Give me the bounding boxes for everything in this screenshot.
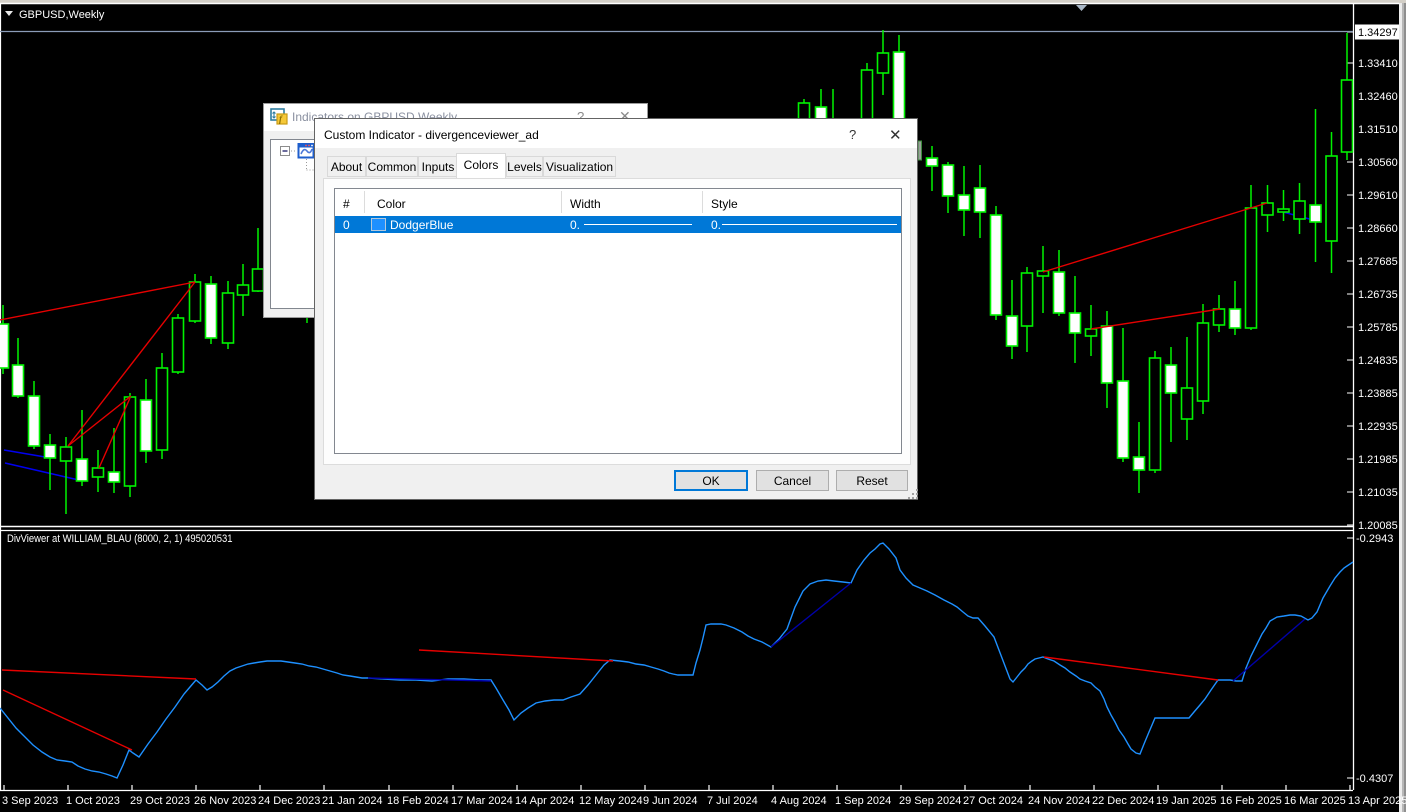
svg-text:22 Dec 2024: 22 Dec 2024 (1092, 795, 1154, 807)
svg-text:-0.4307: -0.4307 (1356, 773, 1393, 785)
svg-text:9 Jun 2024: 9 Jun 2024 (643, 795, 697, 807)
svg-text:18 Feb 2024: 18 Feb 2024 (387, 795, 449, 807)
svg-text:19 Jan 2025: 19 Jan 2025 (1156, 795, 1217, 807)
svg-text:1.31510: 1.31510 (1358, 124, 1398, 136)
svg-text:1.23885: 1.23885 (1358, 388, 1398, 400)
svg-text:12 May 2024: 12 May 2024 (579, 795, 643, 807)
svg-text:27 Oct 2024: 27 Oct 2024 (963, 795, 1023, 807)
svg-text:-0.2943: -0.2943 (1356, 533, 1393, 545)
svg-text:7 Jul 2024: 7 Jul 2024 (707, 795, 758, 807)
svg-text:1 Sep 2024: 1 Sep 2024 (835, 795, 891, 807)
svg-text:1.34297: 1.34297 (1358, 27, 1398, 39)
svg-text:1.32460: 1.32460 (1358, 91, 1398, 103)
svg-text:29 Oct 2023: 29 Oct 2023 (130, 795, 190, 807)
svg-text:DivViewer at WILLIAM_BLAU (800: DivViewer at WILLIAM_BLAU (8000, 2, 1) 4… (7, 533, 233, 545)
svg-text:1.26735: 1.26735 (1358, 289, 1398, 301)
svg-text:1.21985: 1.21985 (1358, 454, 1398, 466)
svg-text:29 Sep 2024: 29 Sep 2024 (899, 795, 961, 807)
svg-text:14 Apr 2024: 14 Apr 2024 (515, 795, 574, 807)
svg-text:24 Nov 2024: 24 Nov 2024 (1028, 795, 1090, 807)
svg-text:4 Aug 2024: 4 Aug 2024 (771, 795, 827, 807)
svg-text:21 Jan 2024: 21 Jan 2024 (322, 795, 383, 807)
svg-text:26 Nov 2023: 26 Nov 2023 (194, 795, 256, 807)
svg-text:13 Apr 2025: 13 Apr 2025 (1348, 795, 1406, 807)
svg-text:1.28660: 1.28660 (1358, 223, 1398, 235)
svg-text:1 Oct 2023: 1 Oct 2023 (66, 795, 120, 807)
svg-text:1.25785: 1.25785 (1358, 322, 1398, 334)
svg-text:16 Mar 2025: 16 Mar 2025 (1284, 795, 1346, 807)
svg-text:3 Sep 2023: 3 Sep 2023 (2, 795, 58, 807)
svg-text:1.27685: 1.27685 (1358, 256, 1398, 268)
svg-text:16 Feb 2025: 16 Feb 2025 (1220, 795, 1282, 807)
svg-text:1.33410: 1.33410 (1358, 58, 1398, 70)
svg-text:24 Dec 2023: 24 Dec 2023 (258, 795, 320, 807)
svg-text:1.29610: 1.29610 (1358, 190, 1398, 202)
svg-text:GBPUSD,Weekly: GBPUSD,Weekly (19, 9, 105, 21)
svg-text:1.30560: 1.30560 (1358, 157, 1398, 169)
svg-text:1.24835: 1.24835 (1358, 355, 1398, 367)
svg-text:1.21035: 1.21035 (1358, 487, 1398, 499)
svg-text:1.22935: 1.22935 (1358, 421, 1398, 433)
svg-text:17 Mar 2024: 17 Mar 2024 (451, 795, 513, 807)
svg-text:1.20085: 1.20085 (1358, 520, 1398, 532)
